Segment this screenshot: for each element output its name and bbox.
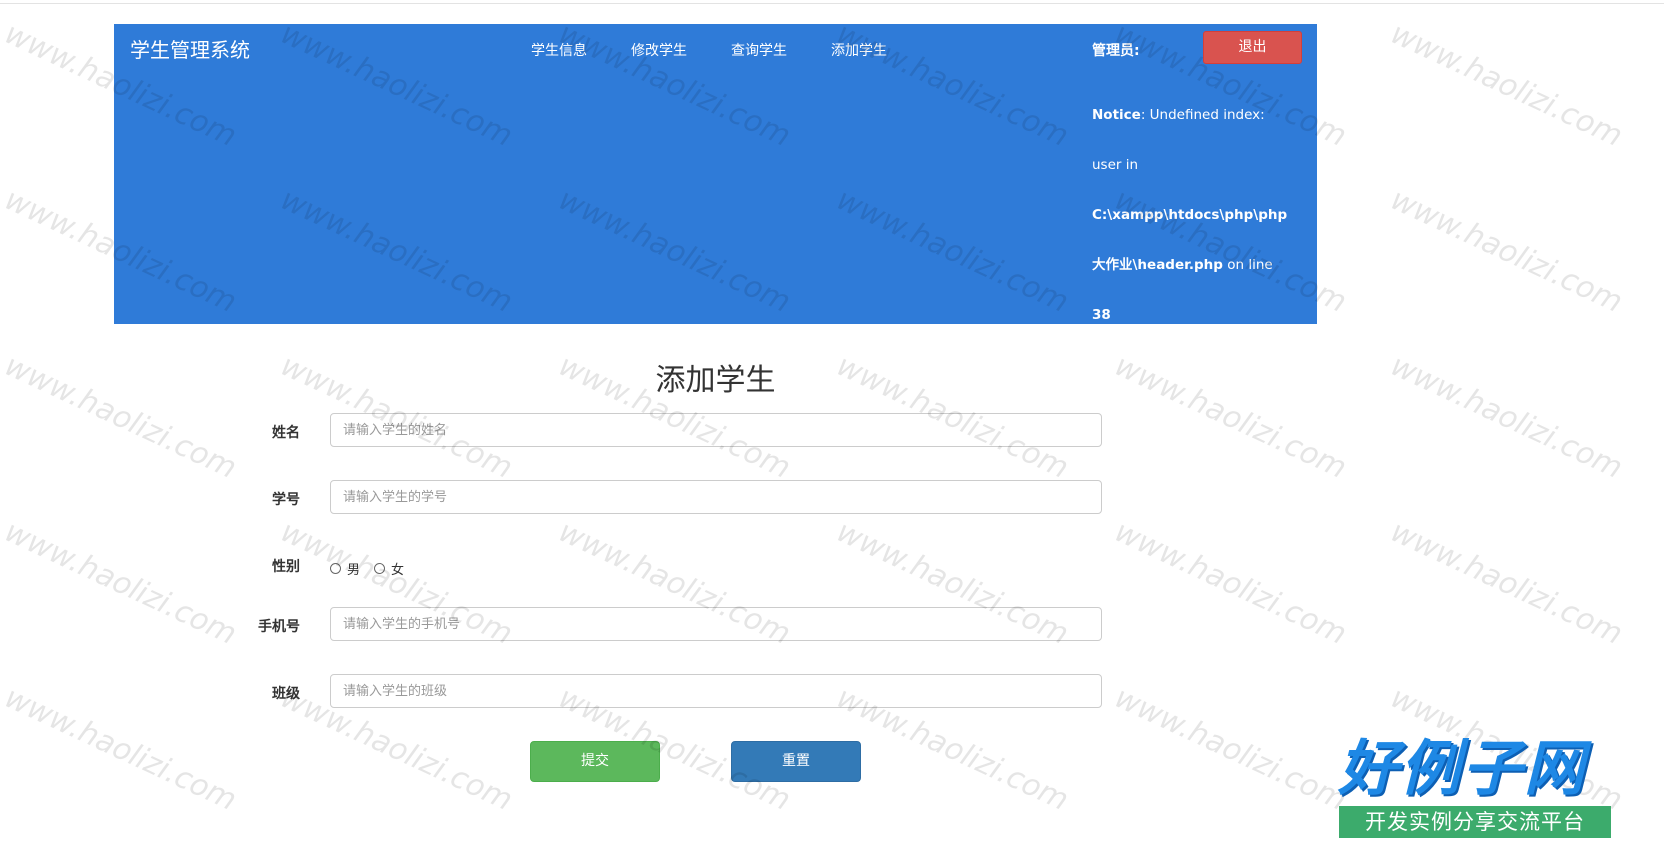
watermark: www.haolizi.com bbox=[1385, 16, 1628, 154]
name-input[interactable] bbox=[330, 413, 1102, 447]
notice-file: 大作业\header.php bbox=[1092, 257, 1223, 273]
gender-male-label: 男 bbox=[347, 563, 361, 578]
page-title: 添加学生 bbox=[655, 363, 776, 398]
site-logo: 好例子网 开发实例分享交流平台 bbox=[1338, 734, 1612, 844]
watermark: www.haolizi.com bbox=[1109, 680, 1352, 818]
nav-links: 学生信息 修改学生 查询学生 添加学生 bbox=[531, 41, 931, 61]
navbar: 学生管理系统 学生信息 修改学生 查询学生 添加学生 管理员: 退出 Notic… bbox=[114, 24, 1317, 324]
notice-line-4: 大作业\header.php on line bbox=[1092, 240, 1292, 290]
notice-line-5: 38 bbox=[1092, 290, 1292, 340]
logo-sub-text: 开发实例分享交流平台 bbox=[1339, 806, 1611, 838]
gender-male-radio[interactable] bbox=[330, 563, 341, 574]
gender-female-option[interactable]: 女 bbox=[374, 559, 404, 578]
page: 学生管理系统 学生信息 修改学生 查询学生 添加学生 管理员: 退出 Notic… bbox=[0, 0, 1664, 851]
phone-label: 手机号 bbox=[258, 619, 300, 635]
logout-button[interactable]: 退出 bbox=[1203, 31, 1302, 64]
watermark: www.haolizi.com bbox=[1109, 514, 1352, 652]
nav-add-student[interactable]: 添加学生 bbox=[831, 41, 887, 61]
watermark: www.haolizi.com bbox=[1385, 514, 1628, 652]
gender-radio-group: 男 女 bbox=[330, 559, 418, 578]
notice-on-line: on line bbox=[1222, 257, 1273, 273]
watermark: www.haolizi.com bbox=[1385, 182, 1628, 320]
notice-line-number: 38 bbox=[1092, 307, 1111, 323]
notice-line-2: user in bbox=[1092, 157, 1139, 173]
notice-line-3: C:\xampp\htdocs\php\php bbox=[1092, 190, 1292, 240]
notice-line-1: Notice: Undefined index: bbox=[1092, 90, 1292, 140]
notice-path: C:\xampp\htdocs\php\php bbox=[1092, 207, 1288, 223]
name-label: 姓名 bbox=[272, 425, 300, 441]
student-id-input[interactable] bbox=[330, 480, 1102, 514]
nav-student-info[interactable]: 学生信息 bbox=[531, 41, 587, 61]
reset-button[interactable]: 重置 bbox=[731, 741, 861, 782]
notice-prefix: Notice bbox=[1092, 107, 1141, 123]
brand-title[interactable]: 学生管理系统 bbox=[130, 37, 250, 63]
gender-label: 性别 bbox=[272, 559, 300, 575]
gender-male-option[interactable]: 男 bbox=[330, 559, 360, 578]
notice-message: : Undefined index: bbox=[1140, 107, 1265, 123]
submit-button[interactable]: 提交 bbox=[530, 741, 660, 782]
admin-label: 管理员: bbox=[1092, 43, 1140, 59]
top-rule bbox=[0, 0, 1664, 4]
student-id-label: 学号 bbox=[272, 492, 300, 508]
gender-female-label: 女 bbox=[391, 563, 405, 578]
phone-input[interactable] bbox=[330, 607, 1102, 641]
nav-edit-student[interactable]: 修改学生 bbox=[631, 41, 687, 61]
class-label: 班级 bbox=[272, 686, 300, 702]
gender-female-radio[interactable] bbox=[374, 563, 386, 574]
logo-main-text: 好例子网 bbox=[1338, 734, 1586, 804]
class-input[interactable] bbox=[330, 674, 1102, 708]
nav-query-student[interactable]: 查询学生 bbox=[731, 41, 787, 61]
php-notice: Notice: Undefined index: user in C:\xamp… bbox=[1092, 90, 1292, 340]
